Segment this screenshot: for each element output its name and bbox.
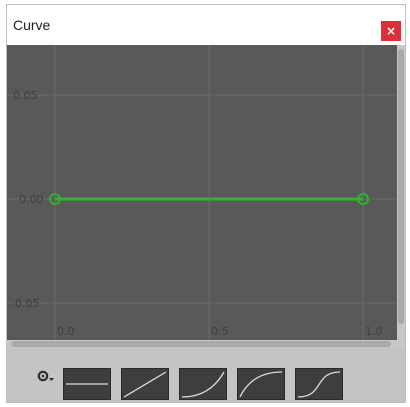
x-tick-label: 0.0 bbox=[57, 325, 75, 338]
x-tick-label: 1.0 bbox=[365, 325, 383, 338]
preset-constant-button[interactable] bbox=[63, 368, 111, 400]
title-bar[interactable]: Curve × bbox=[7, 5, 405, 45]
close-icon: × bbox=[385, 24, 397, 38]
preset-ease-in-out-button[interactable] bbox=[295, 368, 343, 400]
preset-linear-icon bbox=[123, 371, 167, 398]
horizontal-scrollbar[interactable] bbox=[7, 340, 397, 348]
y-tick-label: -0.05 bbox=[11, 297, 39, 310]
preset-constant-icon bbox=[66, 383, 108, 385]
preset-ease-in-icon bbox=[181, 371, 225, 398]
window-title: Curve bbox=[13, 17, 51, 33]
curve-presets-bar bbox=[7, 348, 405, 402]
x-tick-label: 0.5 bbox=[211, 325, 229, 338]
preset-ease-out-button[interactable] bbox=[237, 368, 285, 400]
gear-icon[interactable] bbox=[37, 369, 55, 383]
curve-window: Curve × 0.05 0.00 -0.05 0.0 0.5 1.0 bbox=[6, 4, 406, 403]
y-tick-label: 0.05 bbox=[13, 89, 38, 102]
preset-linear-button[interactable] bbox=[121, 368, 169, 400]
curve-graph[interactable]: 0.05 0.00 -0.05 0.0 0.5 1.0 bbox=[7, 45, 397, 340]
preset-ease-out-icon bbox=[239, 371, 283, 398]
curve-editor[interactable]: 0.05 0.00 -0.05 0.0 0.5 1.0 bbox=[7, 45, 397, 340]
horizontal-scroll-thumb[interactable] bbox=[11, 341, 391, 347]
close-button[interactable]: × bbox=[381, 21, 401, 41]
vertical-scrollbar[interactable] bbox=[397, 45, 405, 340]
y-tick-label: 0.00 bbox=[19, 193, 44, 206]
preset-ease-in-button[interactable] bbox=[179, 368, 227, 400]
vertical-scroll-thumb[interactable] bbox=[398, 49, 404, 324]
preset-ease-in-out-icon bbox=[297, 371, 341, 398]
